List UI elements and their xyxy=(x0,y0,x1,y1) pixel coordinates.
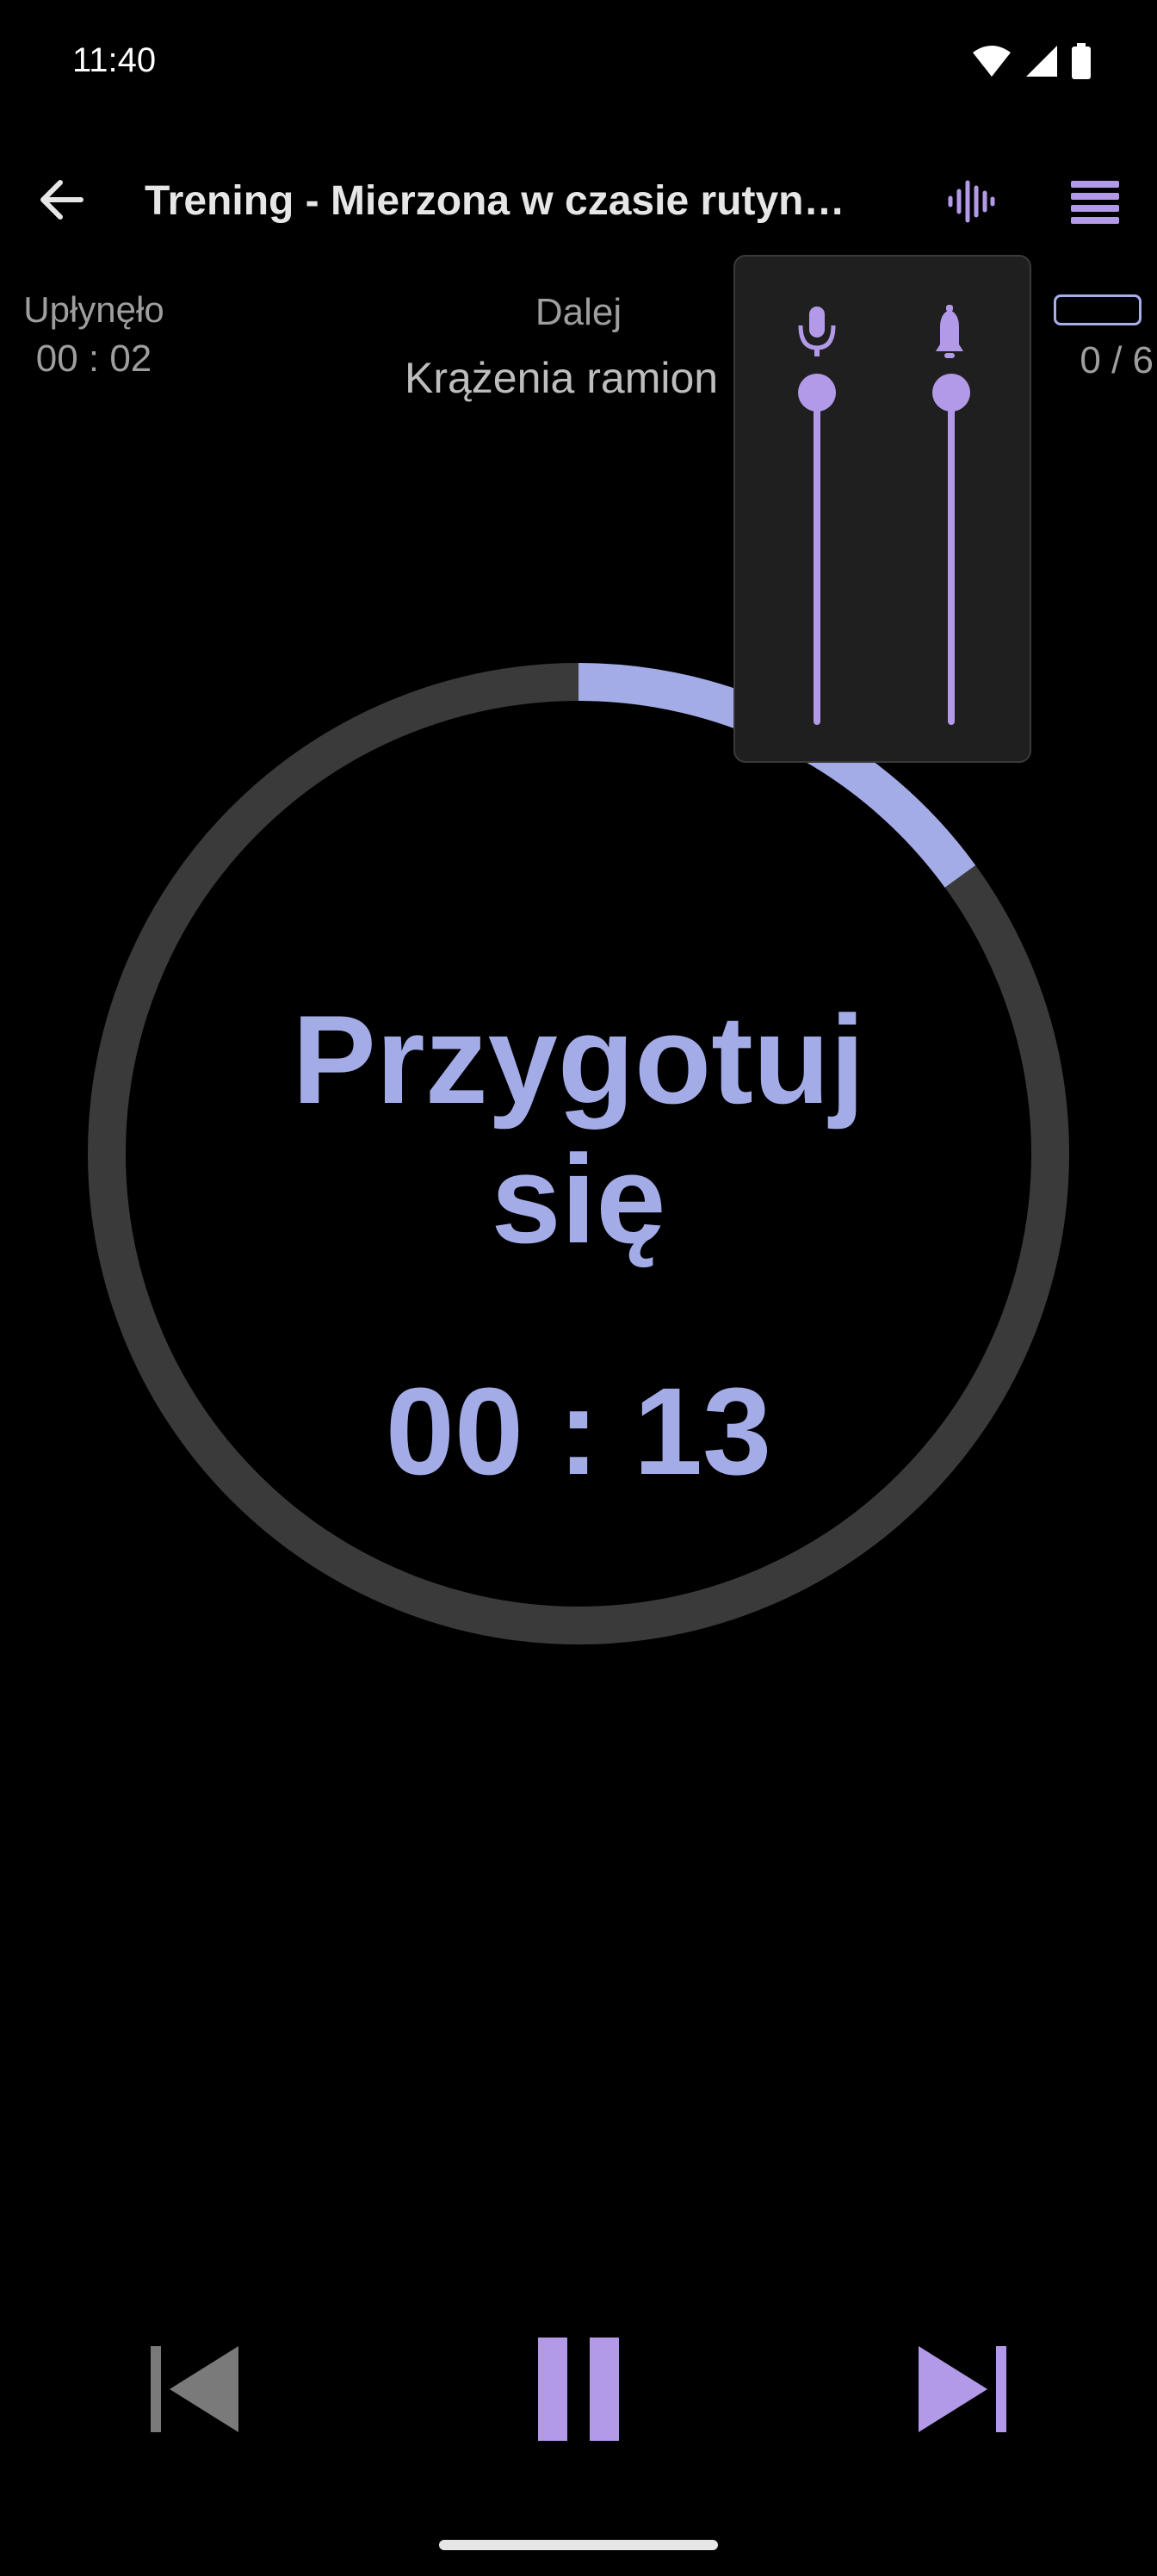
previous-exercise-button[interactable] xyxy=(138,2333,250,2445)
list-icon xyxy=(1071,181,1119,224)
status-time: 11:40 xyxy=(72,41,157,79)
page-title: Trening - Mierzona w czasie rutyn… xyxy=(145,178,845,224)
pause-button[interactable] xyxy=(522,2325,635,2454)
voice-waveform-icon xyxy=(948,180,995,223)
arrow-left-icon xyxy=(40,180,84,220)
elapsed-label: Upłynęło xyxy=(23,289,164,330)
volume-popup xyxy=(733,255,1031,763)
status-icons xyxy=(971,43,1092,79)
next-exercise-name: Krążenia ramion xyxy=(405,354,719,402)
signal-icon xyxy=(1026,46,1057,77)
workout-progress-bar xyxy=(1054,294,1142,325)
elapsed-value: 00 : 02 xyxy=(35,337,152,380)
phase-name: Przygotuj się xyxy=(292,989,865,1269)
microphone-icon xyxy=(798,307,836,356)
skip-previous-icon xyxy=(151,2346,238,2432)
beep-volume-slider[interactable] xyxy=(932,374,970,725)
countdown-time: 00 : 13 xyxy=(385,1362,772,1501)
workout-progress-count: 0 / 6 xyxy=(1080,339,1154,381)
next-exercise-button[interactable] xyxy=(907,2333,1019,2445)
voice-slider-thumb[interactable] xyxy=(798,374,836,412)
home-indicator[interactable] xyxy=(439,2540,718,2550)
beep-slider-thumb[interactable] xyxy=(932,374,970,412)
pause-icon xyxy=(538,2338,619,2441)
bell-icon xyxy=(936,305,963,358)
back-button[interactable] xyxy=(31,169,93,231)
exercise-list-button[interactable] xyxy=(1059,169,1131,234)
volume-button[interactable] xyxy=(938,169,1004,234)
wifi-icon xyxy=(973,46,1011,77)
voice-volume-slider[interactable] xyxy=(798,374,836,725)
skip-next-icon xyxy=(919,2346,1006,2432)
next-exercise-label: Dalej xyxy=(535,291,622,333)
battery-icon xyxy=(1072,43,1091,79)
